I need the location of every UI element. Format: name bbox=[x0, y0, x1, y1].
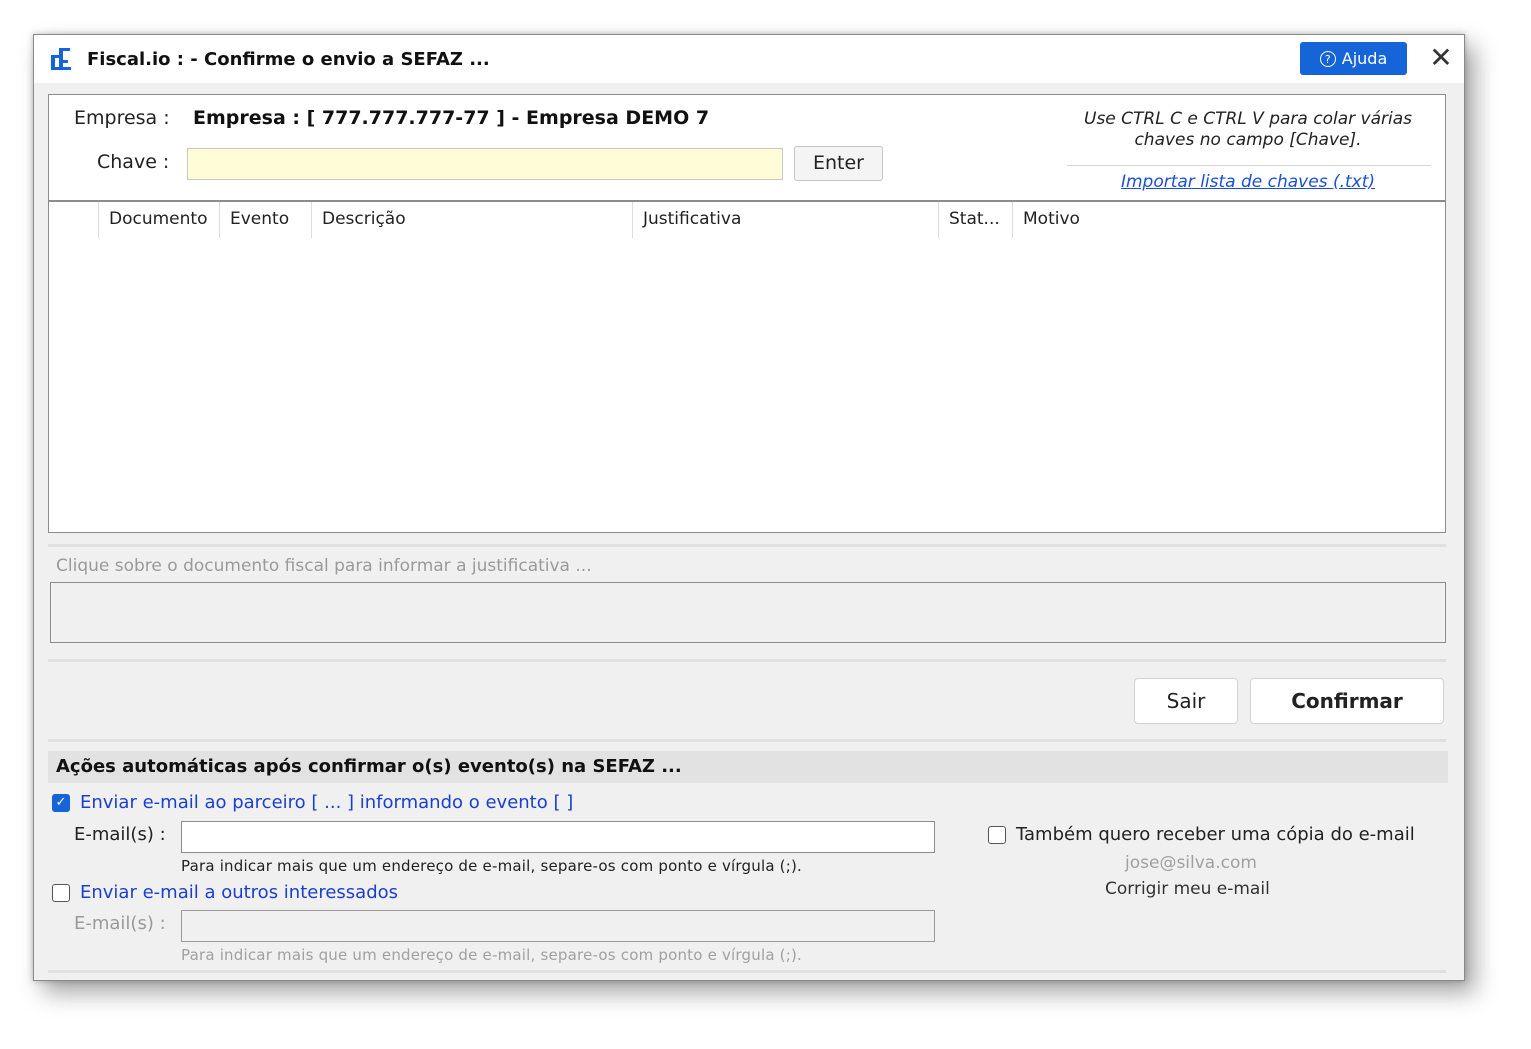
partner-email-input[interactable] bbox=[181, 821, 935, 853]
notify-partner-label[interactable]: Enviar e-mail ao parceiro [ ... ] inform… bbox=[80, 792, 573, 813]
sair-button[interactable]: Sair bbox=[1134, 678, 1238, 724]
help-button-label: Ajuda bbox=[1341, 49, 1388, 68]
grid-column-documento[interactable]: Documento bbox=[99, 202, 220, 238]
import-keys-link[interactable]: Importar lista de chaves (.txt) bbox=[1063, 172, 1433, 192]
others-email-input[interactable] bbox=[181, 910, 935, 942]
title-bar: Fiscal.io : - Confirme o envio a SEFAZ .… bbox=[34, 35, 1464, 83]
empresa-label: Empresa : bbox=[74, 107, 170, 129]
document-panel: Empresa : Empresa : [ 777.777.777-77 ] -… bbox=[48, 94, 1446, 533]
copy-to-me-label[interactable]: Também quero receber uma cópia do e-mail bbox=[1016, 824, 1415, 845]
divider bbox=[48, 970, 1446, 973]
grid-column-evento[interactable]: Evento bbox=[220, 202, 312, 238]
empresa-value: Empresa : [ 777.777.777-77 ] - Empresa D… bbox=[193, 107, 710, 129]
close-button[interactable]: ✕ bbox=[1426, 43, 1456, 73]
user-email: jose@silva.com bbox=[1125, 853, 1257, 873]
divider bbox=[48, 739, 1446, 742]
notify-others-label[interactable]: Enviar e-mail a outros interessados bbox=[80, 882, 398, 903]
help-icon: ? bbox=[1319, 50, 1336, 67]
help-button[interactable]: ? Ajuda bbox=[1300, 42, 1407, 75]
partner-email-label: E-mail(s) : bbox=[74, 824, 166, 845]
grid-column-status[interactable]: Stat... bbox=[939, 202, 1013, 238]
others-email-note: Para indicar mais que um endereço de e-m… bbox=[181, 946, 803, 964]
justificativa-textarea[interactable] bbox=[50, 582, 1446, 643]
grid-column-motivo[interactable]: Motivo bbox=[1013, 202, 1445, 238]
auto-actions-header: Ações automáticas após confirmar o(s) ev… bbox=[48, 751, 1448, 783]
grid-column-justificativa[interactable]: Justificativa bbox=[633, 202, 939, 238]
others-email-label: E-mail(s) : bbox=[74, 913, 166, 934]
divider bbox=[48, 544, 1446, 547]
grid-column-selector[interactable] bbox=[49, 202, 99, 238]
fiscal-io-logo-icon bbox=[51, 48, 71, 70]
confirmar-button[interactable]: Confirmar bbox=[1250, 678, 1444, 724]
window-title: Fiscal.io : - Confirme o envio a SEFAZ .… bbox=[87, 49, 490, 70]
paste-hint: Use CTRL C e CTRL V para colar várias ch… bbox=[1084, 109, 1412, 150]
grid-column-descricao[interactable]: Descrição bbox=[312, 202, 633, 238]
fix-email-link[interactable]: Corrigir meu e-mail bbox=[1105, 879, 1270, 899]
enter-button[interactable]: Enter bbox=[794, 146, 883, 181]
justificativa-hint: Clique sobre o documento fiscal para inf… bbox=[56, 556, 592, 576]
chave-label: Chave : bbox=[97, 151, 170, 173]
partner-email-note: Para indicar mais que um endereço de e-m… bbox=[181, 857, 803, 875]
notify-others-checkbox[interactable] bbox=[52, 884, 70, 902]
hint-divider bbox=[1067, 165, 1431, 166]
notify-partner-checkbox[interactable]: ✓ bbox=[52, 794, 70, 812]
chave-input[interactable] bbox=[187, 148, 783, 180]
copy-to-me-checkbox[interactable] bbox=[988, 826, 1006, 844]
dialog-window: Fiscal.io : - Confirme o envio a SEFAZ .… bbox=[33, 34, 1465, 981]
divider bbox=[48, 659, 1446, 662]
